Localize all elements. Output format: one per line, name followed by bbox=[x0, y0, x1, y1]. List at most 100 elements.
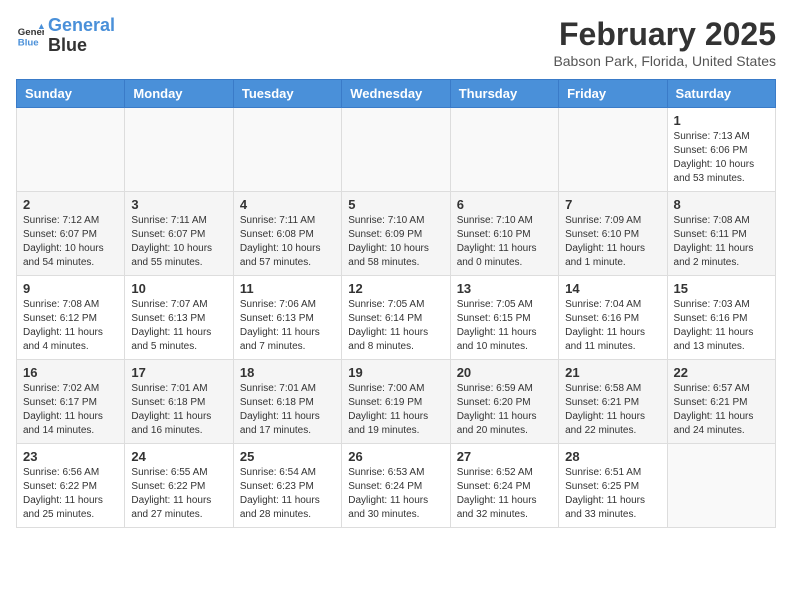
day-number: 23 bbox=[23, 449, 118, 464]
day-number: 14 bbox=[565, 281, 660, 296]
calendar-day-cell: 12 Sunrise: 7:05 AM Sunset: 6:14 PM Dayli… bbox=[342, 276, 450, 360]
calendar-day-cell: 3 Sunrise: 7:11 AM Sunset: 6:07 PM Daylig… bbox=[125, 192, 233, 276]
day-info: Sunrise: 7:01 AM Sunset: 6:18 PM Dayligh… bbox=[240, 382, 335, 438]
calendar-day-header: Saturday bbox=[667, 80, 775, 108]
day-number: 5 bbox=[348, 197, 443, 212]
day-info: Sunrise: 7:11 AM Sunset: 6:08 PM Dayligh… bbox=[240, 214, 335, 270]
calendar-day-header: Thursday bbox=[450, 80, 558, 108]
day-number: 20 bbox=[457, 365, 552, 380]
day-info: Sunrise: 7:08 AM Sunset: 6:12 PM Dayligh… bbox=[23, 298, 118, 354]
calendar-day-header: Tuesday bbox=[233, 80, 341, 108]
calendar-day-cell: 5 Sunrise: 7:10 AM Sunset: 6:09 PM Daylig… bbox=[342, 192, 450, 276]
day-info: Sunrise: 6:51 AM Sunset: 6:25 PM Dayligh… bbox=[565, 466, 660, 522]
calendar-day-cell: 24 Sunrise: 6:55 AM Sunset: 6:22 PM Dayli… bbox=[125, 444, 233, 528]
day-info: Sunrise: 6:58 AM Sunset: 6:21 PM Dayligh… bbox=[565, 382, 660, 438]
calendar-week-row: 2 Sunrise: 7:12 AM Sunset: 6:07 PM Daylig… bbox=[17, 192, 776, 276]
day-info: Sunrise: 7:07 AM Sunset: 6:13 PM Dayligh… bbox=[131, 298, 226, 354]
day-info: Sunrise: 7:09 AM Sunset: 6:10 PM Dayligh… bbox=[565, 214, 660, 270]
calendar-day-cell: 18 Sunrise: 7:01 AM Sunset: 6:18 PM Dayli… bbox=[233, 360, 341, 444]
day-number: 18 bbox=[240, 365, 335, 380]
day-number: 1 bbox=[674, 113, 769, 128]
calendar-day-header: Wednesday bbox=[342, 80, 450, 108]
day-number: 24 bbox=[131, 449, 226, 464]
logo: General Blue GeneralBlue bbox=[16, 16, 115, 56]
day-number: 3 bbox=[131, 197, 226, 212]
day-number: 13 bbox=[457, 281, 552, 296]
calendar-day-cell: 14 Sunrise: 7:04 AM Sunset: 6:16 PM Dayli… bbox=[559, 276, 667, 360]
calendar-week-row: 1 Sunrise: 7:13 AM Sunset: 6:06 PM Daylig… bbox=[17, 108, 776, 192]
calendar-day-cell: 28 Sunrise: 6:51 AM Sunset: 6:25 PM Dayli… bbox=[559, 444, 667, 528]
day-info: Sunrise: 7:13 AM Sunset: 6:06 PM Dayligh… bbox=[674, 130, 769, 186]
calendar-day-cell: 10 Sunrise: 7:07 AM Sunset: 6:13 PM Dayli… bbox=[125, 276, 233, 360]
calendar-week-row: 23 Sunrise: 6:56 AM Sunset: 6:22 PM Dayli… bbox=[17, 444, 776, 528]
calendar-day-cell bbox=[667, 444, 775, 528]
day-info: Sunrise: 6:52 AM Sunset: 6:24 PM Dayligh… bbox=[457, 466, 552, 522]
calendar-day-cell: 9Sunrise: 7:08 AM Sunset: 6:12 PM Daylig… bbox=[17, 276, 125, 360]
calendar-day-cell bbox=[125, 108, 233, 192]
day-number: 7 bbox=[565, 197, 660, 212]
day-number: 11 bbox=[240, 281, 335, 296]
day-number: 15 bbox=[674, 281, 769, 296]
main-title: February 2025 bbox=[553, 16, 776, 53]
subtitle: Babson Park, Florida, United States bbox=[553, 53, 776, 69]
day-number: 28 bbox=[565, 449, 660, 464]
day-info: Sunrise: 7:10 AM Sunset: 6:10 PM Dayligh… bbox=[457, 214, 552, 270]
day-info: Sunrise: 7:05 AM Sunset: 6:14 PM Dayligh… bbox=[348, 298, 443, 354]
calendar-table: SundayMondayTuesdayWednesdayThursdayFrid… bbox=[16, 79, 776, 528]
page-header: General Blue GeneralBlue February 2025 B… bbox=[16, 16, 776, 69]
day-info: Sunrise: 6:53 AM Sunset: 6:24 PM Dayligh… bbox=[348, 466, 443, 522]
day-number: 19 bbox=[348, 365, 443, 380]
day-info: Sunrise: 7:05 AM Sunset: 6:15 PM Dayligh… bbox=[457, 298, 552, 354]
calendar-week-row: 9Sunrise: 7:08 AM Sunset: 6:12 PM Daylig… bbox=[17, 276, 776, 360]
calendar-day-cell bbox=[17, 108, 125, 192]
day-number: 17 bbox=[131, 365, 226, 380]
calendar-day-cell: 15Sunrise: 7:03 AM Sunset: 6:16 PM Dayli… bbox=[667, 276, 775, 360]
day-number: 4 bbox=[240, 197, 335, 212]
day-info: Sunrise: 7:04 AM Sunset: 6:16 PM Dayligh… bbox=[565, 298, 660, 354]
day-number: 26 bbox=[348, 449, 443, 464]
calendar-day-cell: 4 Sunrise: 7:11 AM Sunset: 6:08 PM Daylig… bbox=[233, 192, 341, 276]
calendar-day-cell: 16Sunrise: 7:02 AM Sunset: 6:17 PM Dayli… bbox=[17, 360, 125, 444]
day-number: 6 bbox=[457, 197, 552, 212]
day-number: 21 bbox=[565, 365, 660, 380]
calendar-day-cell: 22Sunrise: 6:57 AM Sunset: 6:21 PM Dayli… bbox=[667, 360, 775, 444]
day-info: Sunrise: 6:54 AM Sunset: 6:23 PM Dayligh… bbox=[240, 466, 335, 522]
calendar-day-header: Sunday bbox=[17, 80, 125, 108]
calendar-day-cell bbox=[450, 108, 558, 192]
calendar-day-cell: 11 Sunrise: 7:06 AM Sunset: 6:13 PM Dayli… bbox=[233, 276, 341, 360]
calendar-day-cell: 26 Sunrise: 6:53 AM Sunset: 6:24 PM Dayli… bbox=[342, 444, 450, 528]
calendar-day-cell: 21 Sunrise: 6:58 AM Sunset: 6:21 PM Dayli… bbox=[559, 360, 667, 444]
calendar-day-cell: 6 Sunrise: 7:10 AM Sunset: 6:10 PM Daylig… bbox=[450, 192, 558, 276]
calendar-day-cell: 19 Sunrise: 7:00 AM Sunset: 6:19 PM Dayli… bbox=[342, 360, 450, 444]
calendar-header-row: SundayMondayTuesdayWednesdayThursdayFrid… bbox=[17, 80, 776, 108]
day-number: 27 bbox=[457, 449, 552, 464]
logo-icon: General Blue bbox=[16, 22, 44, 50]
day-info: Sunrise: 7:12 AM Sunset: 6:07 PM Dayligh… bbox=[23, 214, 118, 270]
day-info: Sunrise: 7:00 AM Sunset: 6:19 PM Dayligh… bbox=[348, 382, 443, 438]
day-info: Sunrise: 7:11 AM Sunset: 6:07 PM Dayligh… bbox=[131, 214, 226, 270]
calendar-day-cell bbox=[559, 108, 667, 192]
day-info: Sunrise: 7:01 AM Sunset: 6:18 PM Dayligh… bbox=[131, 382, 226, 438]
day-info: Sunrise: 7:10 AM Sunset: 6:09 PM Dayligh… bbox=[348, 214, 443, 270]
day-info: Sunrise: 6:56 AM Sunset: 6:22 PM Dayligh… bbox=[23, 466, 118, 522]
day-number: 2 bbox=[23, 197, 118, 212]
day-info: Sunrise: 6:55 AM Sunset: 6:22 PM Dayligh… bbox=[131, 466, 226, 522]
calendar-day-cell: 1 Sunrise: 7:13 AM Sunset: 6:06 PM Daylig… bbox=[667, 108, 775, 192]
calendar-day-cell: 13 Sunrise: 7:05 AM Sunset: 6:15 PM Dayli… bbox=[450, 276, 558, 360]
day-info: Sunrise: 6:57 AM Sunset: 6:21 PM Dayligh… bbox=[674, 382, 769, 438]
calendar-day-header: Monday bbox=[125, 80, 233, 108]
day-info: Sunrise: 6:59 AM Sunset: 6:20 PM Dayligh… bbox=[457, 382, 552, 438]
day-number: 8 bbox=[674, 197, 769, 212]
calendar-day-cell: 17 Sunrise: 7:01 AM Sunset: 6:18 PM Dayli… bbox=[125, 360, 233, 444]
calendar-day-cell: 7 Sunrise: 7:09 AM Sunset: 6:10 PM Daylig… bbox=[559, 192, 667, 276]
calendar-day-header: Friday bbox=[559, 80, 667, 108]
day-number: 10 bbox=[131, 281, 226, 296]
day-info: Sunrise: 7:06 AM Sunset: 6:13 PM Dayligh… bbox=[240, 298, 335, 354]
logo-text: GeneralBlue bbox=[48, 16, 115, 56]
day-info: Sunrise: 7:02 AM Sunset: 6:17 PM Dayligh… bbox=[23, 382, 118, 438]
day-number: 12 bbox=[348, 281, 443, 296]
day-info: Sunrise: 7:08 AM Sunset: 6:11 PM Dayligh… bbox=[674, 214, 769, 270]
day-number: 25 bbox=[240, 449, 335, 464]
title-block: February 2025 Babson Park, Florida, Unit… bbox=[553, 16, 776, 69]
calendar-day-cell: 2 Sunrise: 7:12 AM Sunset: 6:07 PM Daylig… bbox=[17, 192, 125, 276]
